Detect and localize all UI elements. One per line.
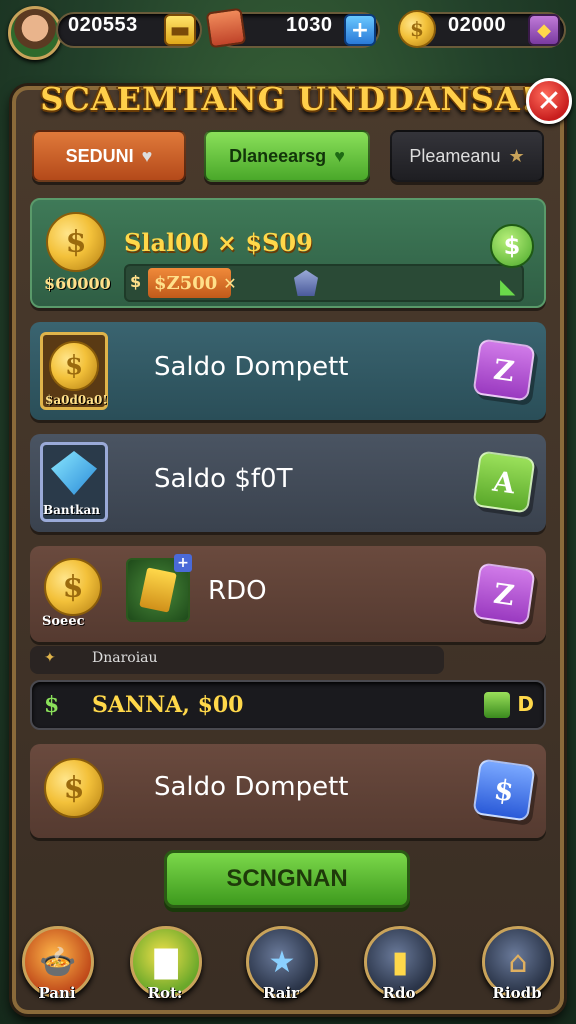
rdo-label: RDO: [208, 576, 267, 606]
gem-row-label: Saldo $f0T: [154, 464, 293, 494]
nav-label: Rdo: [382, 984, 416, 1002]
wallet-label: Saldo Dompett: [154, 352, 349, 382]
nav-label: Rot:: [147, 984, 183, 1002]
progress-value: $Z500: [154, 272, 218, 294]
coin-value: 02000: [448, 14, 507, 36]
tab-dlaneearsg[interactable]: Dlaneearsg ♥: [204, 130, 370, 182]
coin-caption: Soeec: [42, 614, 85, 629]
coin-card: $ $a0d0a0!: [40, 332, 108, 410]
wallet-row-one[interactable]: $ $a0d0a0! Saldo Dompett Z: [30, 322, 546, 420]
dialog-title: SCAEMTANG UNDDANSA!: [40, 80, 536, 118]
rdo-row[interactable]: $ Soeec + RDO Z: [30, 546, 546, 642]
tab-label: Dlaneearsg: [229, 145, 327, 166]
gem-card-caption: Bantkan: [43, 503, 100, 517]
coin-icon: $: [44, 758, 104, 818]
coin-icon: $: [46, 212, 106, 272]
featured-headline: Slal00 × $S09: [124, 228, 313, 257]
close-button[interactable]: ✕: [526, 78, 572, 124]
chevron-icon: ✦: [44, 650, 56, 666]
tab-label: Pleameanu: [409, 145, 501, 166]
nav-label: Rair: [262, 984, 300, 1002]
tab-seduni[interactable]: SEDUNI ♥: [32, 130, 186, 182]
heart-icon: ♥: [141, 145, 153, 166]
confirm-button[interactable]: SCNGNAN: [164, 850, 410, 908]
player-avatar[interactable]: [8, 6, 62, 60]
coin-card-caption: $a0d0a0!: [45, 393, 108, 407]
letter-badge-icon[interactable]: Z: [472, 562, 536, 626]
tab-pleameanu[interactable]: Pleameanu ★: [390, 130, 544, 182]
coin-icon: $: [398, 10, 436, 48]
featured-row[interactable]: $ $60000 Slal00 × $S09 $ $Z500 ✕ $ ◣: [30, 198, 546, 308]
resource-value: 1030: [286, 14, 333, 36]
dollar-badge-icon[interactable]: $: [490, 224, 534, 268]
player-balance: 020553: [68, 14, 138, 36]
bar-prefix: $: [44, 692, 60, 718]
gem-icon: [294, 270, 318, 296]
diamond-icon: [51, 451, 97, 495]
tab-label: SEDUNI: [65, 145, 134, 166]
top-hud: 020553 ▬ 1030 + $ 02000 ◆: [0, 6, 576, 60]
gem-row[interactable]: Bantkan Saldo $f0T A: [30, 434, 546, 532]
gold-bar-add-button[interactable]: ▬: [164, 14, 196, 46]
nav-label: Pani: [38, 984, 76, 1002]
featured-progress-fill: $Z500 ✕: [148, 268, 237, 298]
arrow-down-icon: ◣: [500, 274, 516, 298]
promo-code-bar[interactable]: $ SANNA, $00 D: [30, 680, 546, 730]
progress-close-mark: ✕: [223, 273, 237, 293]
bar-suffix: D: [517, 692, 534, 716]
info-bar: ✦ Dnaroiau: [30, 646, 444, 674]
gem-card: Bantkan: [40, 442, 108, 522]
dollar-badge-icon[interactable]: $: [472, 758, 536, 822]
coin-icon: $: [49, 341, 99, 391]
letter-badge-icon[interactable]: A: [472, 450, 536, 514]
wallet-row-two[interactable]: $ Saldo Dompett $: [30, 744, 546, 838]
heart-icon: ♥: [334, 145, 345, 166]
letter-badge-icon[interactable]: Z: [472, 338, 536, 402]
cash-stack-icon: [205, 7, 247, 49]
star-icon: ★: [508, 145, 525, 166]
promo-code-text: SANNA, $00: [92, 692, 244, 718]
nav-label: Riodb: [492, 984, 542, 1002]
green-gem-icon: [484, 692, 510, 718]
coin-icon: $: [44, 558, 102, 616]
progress-prefix: $: [130, 272, 142, 291]
coin-caption: $60000: [44, 274, 111, 293]
wallet-label: Saldo Dompett: [154, 772, 349, 802]
info-bar-text: Dnaroiau: [92, 650, 158, 666]
featured-progress-track: $ $Z500 ✕: [124, 264, 524, 302]
add-resource-button[interactable]: +: [344, 14, 376, 46]
gem-add-button[interactable]: ◆: [528, 14, 560, 46]
voucher-icon: +: [126, 554, 192, 622]
